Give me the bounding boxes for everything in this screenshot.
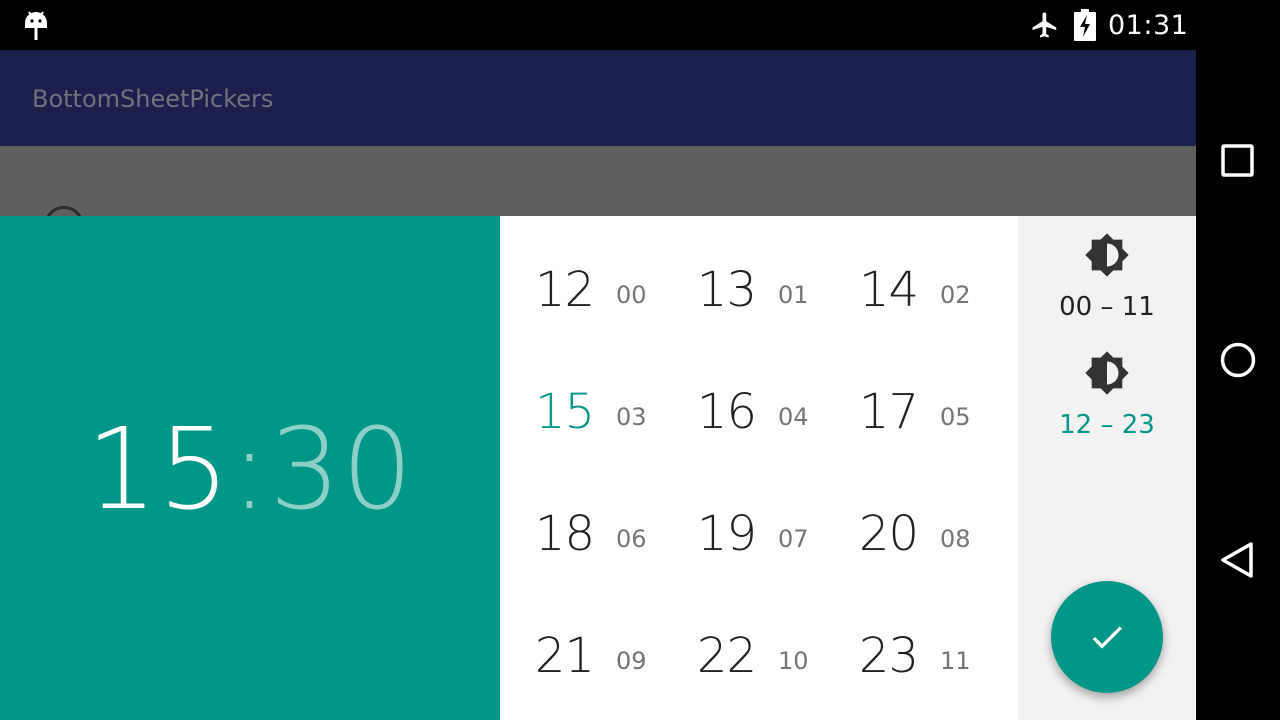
hour-12-label: 10 xyxy=(778,647,809,675)
pm-toggle-button[interactable]: 12 – 23 xyxy=(1018,350,1196,450)
hour-12-label: 01 xyxy=(778,281,809,309)
hour-cell[interactable]: 16 04 xyxy=(662,346,824,468)
hour-cell[interactable]: 14 02 xyxy=(824,224,986,346)
am-toggle-button[interactable]: 00 – 11 xyxy=(1018,232,1196,332)
confirm-fab-button[interactable] xyxy=(1051,581,1163,693)
hour-24-label: 20 xyxy=(858,506,919,562)
home-icon[interactable] xyxy=(1216,338,1260,382)
app-bar: BottomSheetPickers xyxy=(0,50,1196,146)
hour-12-label: 03 xyxy=(616,403,647,431)
hour-cell[interactable]: 18 06 xyxy=(500,468,662,590)
android-icon xyxy=(22,8,50,42)
airplane-icon xyxy=(1030,10,1060,40)
selected-minute[interactable]: 30 xyxy=(269,405,414,535)
am-range-label: 00 – 11 xyxy=(1059,292,1155,322)
back-icon[interactable] xyxy=(1216,538,1260,582)
hour-24-label: 12 xyxy=(534,262,595,318)
selected-time-display: 15:30 xyxy=(0,400,500,540)
background-radio-icon xyxy=(44,206,84,216)
battery-charging-icon xyxy=(1074,9,1096,41)
hour-cell[interactable]: 12 00 xyxy=(500,224,662,346)
hour-cell[interactable]: 19 07 xyxy=(662,468,824,590)
hour-12-label: 04 xyxy=(778,403,809,431)
brightness-half-icon xyxy=(1084,232,1130,278)
check-icon xyxy=(1087,617,1127,657)
status-bar: 01:31 xyxy=(0,0,1196,50)
selected-hour[interactable]: 15 xyxy=(86,405,231,535)
hour-12-label: 02 xyxy=(940,281,971,309)
hour-cell-selected[interactable]: 15 03 xyxy=(500,346,662,468)
hour-cell[interactable]: 22 10 xyxy=(662,590,824,712)
brightness-half-icon xyxy=(1084,350,1130,396)
hour-24-label: 17 xyxy=(858,384,919,440)
hour-12-label: 06 xyxy=(616,525,647,553)
status-time: 01:31 xyxy=(1108,10,1189,41)
hour-24-label: 22 xyxy=(696,628,757,684)
hour-12-label: 00 xyxy=(616,281,647,309)
scrim[interactable] xyxy=(0,146,1196,216)
navigation-bar xyxy=(1196,0,1280,720)
hour-grid: 12 00 13 01 14 02 15 03 16 04 17 05 18 0… xyxy=(500,216,1018,720)
hour-24-label: 21 xyxy=(534,628,595,684)
hour-12-label: 11 xyxy=(940,647,971,675)
app-title: BottomSheetPickers xyxy=(32,85,274,113)
hour-12-label: 05 xyxy=(940,403,971,431)
hour-12-label: 09 xyxy=(616,647,647,675)
hour-12-label: 07 xyxy=(778,525,809,553)
hour-cell[interactable]: 21 09 xyxy=(500,590,662,712)
hour-24-label: 15 xyxy=(534,384,595,440)
hour-24-label: 14 xyxy=(858,262,919,318)
time-separator: : xyxy=(230,405,270,535)
hour-24-label: 23 xyxy=(858,628,919,684)
hour-cell[interactable]: 13 01 xyxy=(662,224,824,346)
hour-24-label: 13 xyxy=(696,262,757,318)
hour-12-label: 08 xyxy=(940,525,971,553)
recents-icon[interactable] xyxy=(1216,138,1260,182)
hour-cell[interactable]: 23 11 xyxy=(824,590,986,712)
hour-24-label: 19 xyxy=(696,506,757,562)
pm-range-label: 12 – 23 xyxy=(1059,410,1155,440)
hour-24-label: 16 xyxy=(696,384,757,440)
hour-cell[interactable]: 20 08 xyxy=(824,468,986,590)
hour-cell[interactable]: 17 05 xyxy=(824,346,986,468)
hour-24-label: 18 xyxy=(534,506,595,562)
